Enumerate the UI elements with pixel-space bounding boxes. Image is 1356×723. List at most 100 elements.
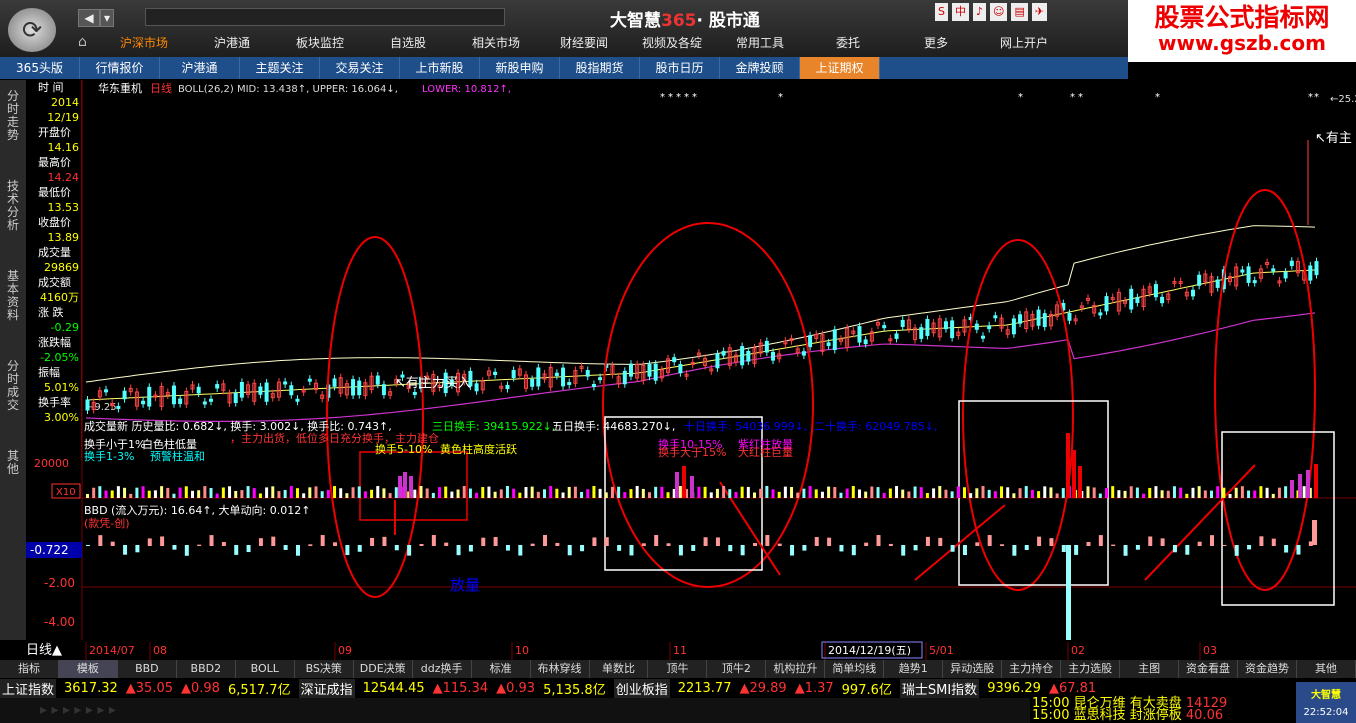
menu-item-3[interactable]: 自选股: [364, 33, 452, 53]
candle: [412, 391, 417, 395]
submenu-item-5[interactable]: 上市新股: [400, 57, 480, 79]
menu-item-2[interactable]: 板块监控: [276, 33, 364, 53]
home-icon[interactable]: ⌂: [78, 34, 87, 50]
volume-bar: [1043, 486, 1047, 498]
submenu-item-8[interactable]: 股市日历: [640, 57, 720, 79]
volume-bar: [1037, 491, 1041, 498]
boll-lower-line: [85, 312, 1316, 422]
back-dropdown-button[interactable]: ▾: [100, 9, 114, 27]
indicator-tab-4[interactable]: BOLL: [236, 660, 295, 678]
volume-bar: [1129, 486, 1133, 498]
stock-chart[interactable]: 华东重机 日线 BOLL(26,2) MID: 13.438↑, UPPER: 16…: [0, 80, 1356, 660]
volume-bar: [326, 489, 330, 498]
candle: [585, 370, 590, 377]
indicator-tab-3[interactable]: BBD2: [177, 660, 236, 678]
index-name[interactable]: 瑞士SMI指数: [899, 678, 980, 698]
candle: [981, 335, 986, 339]
indicator-tab-7[interactable]: ddz换手: [413, 660, 472, 678]
indicator-tab-18[interactable]: 主力选股: [1061, 660, 1121, 678]
candle: [505, 384, 510, 390]
submenu-item-0[interactable]: 365头版: [0, 57, 80, 79]
indicator-tab-13[interactable]: 机构拉升: [766, 660, 826, 678]
news-ticker[interactable]: 15:00 昆仑万维 有大卖盘 14129 15:00 蓝思科技 封涨停板 40…: [1032, 697, 1292, 723]
indicator-tab-15[interactable]: 趋势1: [884, 660, 944, 678]
menu-item-9[interactable]: 更多: [892, 33, 980, 53]
menu-item-1[interactable]: 沪港通: [188, 33, 276, 53]
volume-bar: [228, 486, 232, 498]
volume-bar: [1142, 493, 1146, 498]
volume-bar: [617, 486, 621, 498]
submenu-item-10[interactable]: 上证期权: [800, 57, 880, 79]
index-name[interactable]: 创业板指: [613, 678, 670, 698]
volume-bar: [518, 492, 522, 498]
volume-bar: [1265, 487, 1269, 498]
submenu-item-7[interactable]: 股指期货: [560, 57, 640, 79]
menu-item-10[interactable]: 网上开户: [980, 33, 1068, 53]
tool-icon-0[interactable]: S: [935, 3, 948, 21]
back-button[interactable]: ◀: [78, 9, 100, 27]
volume-bar: [1154, 486, 1158, 498]
indicator-tab-0[interactable]: 指标: [0, 660, 59, 678]
menu-item-4[interactable]: 相关市场: [452, 33, 540, 53]
indicator-tab-19[interactable]: 主图: [1120, 660, 1180, 678]
submenu-item-4[interactable]: 交易关注: [320, 57, 400, 79]
volume-bar: [530, 486, 534, 498]
index-name[interactable]: 深证成指: [298, 678, 355, 698]
volume-bar: [468, 488, 472, 498]
menu-item-6[interactable]: 视频及各绽: [628, 33, 716, 53]
indicator-tab-8[interactable]: 标准: [472, 660, 531, 678]
volume-bar: [678, 486, 682, 498]
volume-bar: [252, 488, 256, 498]
submenu-item-2[interactable]: 沪港通: [160, 57, 240, 79]
indicator-tab-12[interactable]: 顶牛2: [707, 660, 767, 678]
tool-icon-3[interactable]: ☺: [990, 3, 1008, 21]
submenu-item-3[interactable]: 主题关注: [240, 57, 320, 79]
volume-bar-hi: [682, 466, 686, 498]
candle: [771, 351, 776, 361]
candle: [357, 380, 362, 396]
indicator-tab-16[interactable]: 异动选股: [943, 660, 1003, 678]
volume-bar: [993, 491, 997, 498]
indicator-tab-17[interactable]: 主力持仓: [1002, 660, 1062, 678]
address-bar[interactable]: [145, 8, 505, 26]
tool-icon-4[interactable]: ▤: [1011, 3, 1028, 21]
submenu-item-1[interactable]: 行情报价: [80, 57, 160, 79]
submenu-item-9[interactable]: 金牌投顾: [720, 57, 800, 79]
indicator-tab-20[interactable]: 资金看盘: [1179, 660, 1239, 678]
volume-bar: [295, 488, 299, 498]
bbd-bar: [505, 545, 510, 551]
tool-icon-2[interactable]: ♪: [972, 3, 987, 21]
volume-bar: [197, 490, 201, 498]
tool-icon-5[interactable]: ✈: [1031, 3, 1048, 21]
bbd-bar: [333, 542, 338, 546]
menu-item-5[interactable]: 财经要闻: [540, 33, 628, 53]
indicator-tab-2[interactable]: BBD: [118, 660, 177, 678]
bbd-bar: [950, 545, 955, 552]
indicator-tab-10[interactable]: 单数比: [590, 660, 649, 678]
candle: [493, 371, 498, 376]
indicator-tab-5[interactable]: BS决策: [295, 660, 354, 678]
tool-icon-1[interactable]: 中: [951, 3, 969, 21]
indicator-tab-22[interactable]: 其他: [1297, 660, 1356, 678]
volume-bar: [1197, 486, 1201, 498]
bbd-bar: [1222, 544, 1227, 546]
annotation-arrow: [1144, 464, 1256, 581]
volume-bar: [666, 492, 670, 498]
indicator-tab-6[interactable]: DDE决策: [354, 660, 413, 678]
indicator-tab-11[interactable]: 顶牛: [648, 660, 708, 678]
candle: [808, 335, 813, 348]
volume-bar: [814, 489, 818, 498]
submenu-item-6[interactable]: 新股申购: [480, 57, 560, 79]
indicator-tab-9[interactable]: 布林穿线: [531, 660, 590, 678]
volume-bar-hi: [403, 472, 407, 498]
menu-item-7[interactable]: 常用工具: [716, 33, 804, 53]
indicator-tab-1[interactable]: 模板: [58, 660, 118, 678]
menu-item-0[interactable]: 沪深市场: [100, 33, 188, 53]
bbd-bar: [654, 535, 659, 546]
indicator-tab-21[interactable]: 资金趋势: [1238, 660, 1297, 678]
marker-star: *: [692, 92, 697, 103]
menu-item-8[interactable]: 委托: [804, 33, 892, 53]
indicator-tab-14[interactable]: 简单均线: [825, 660, 885, 678]
index-name[interactable]: 上证指数: [0, 678, 57, 698]
date-label: 2014/12/19(五): [828, 644, 911, 657]
